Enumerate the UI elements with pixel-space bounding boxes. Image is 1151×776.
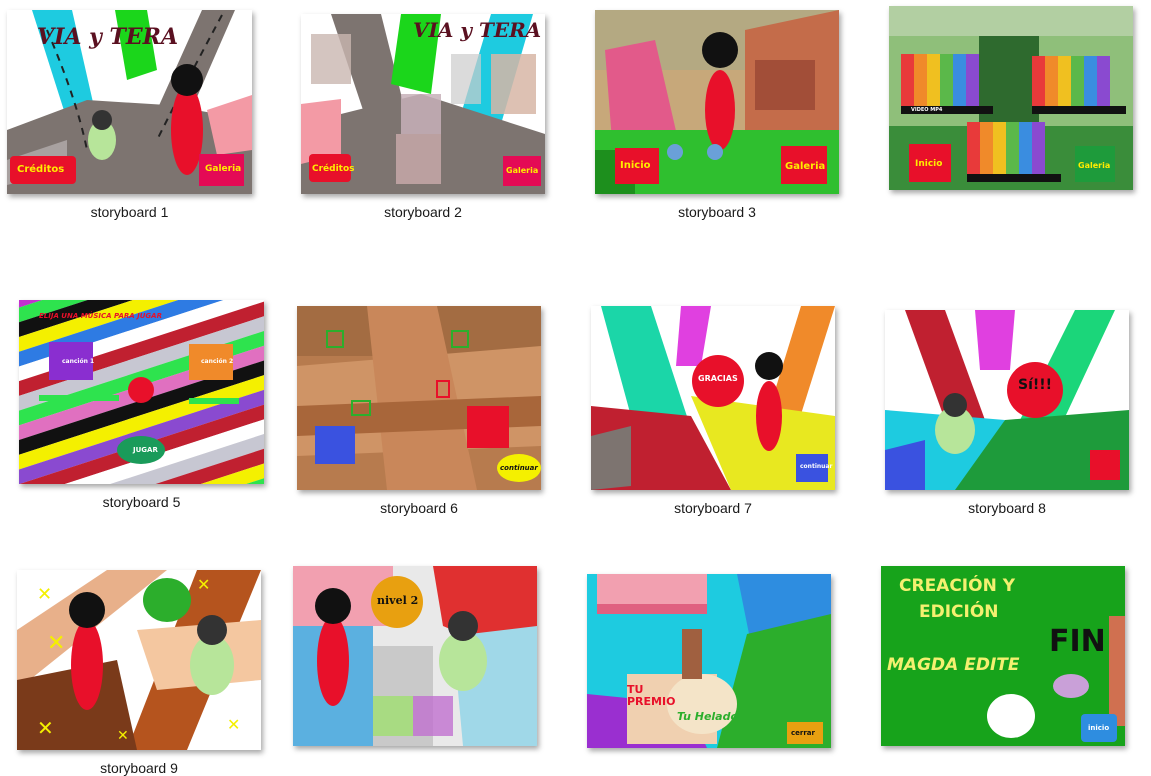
storyboard-7-gracias-bubble: GRACIAS	[698, 374, 738, 383]
storyboard-tile-1[interactable]: VIA y TERA Créditos Galeria storyboard 1	[7, 10, 252, 220]
storyboard-thumbnail-12[interactable]: CREACIÓN Y EDICIÓN MAGDA EDITE FIN inici…	[881, 566, 1125, 746]
storyboard-tile-8[interactable]: Sí!!! storyboard 8	[885, 310, 1129, 520]
storyboard-1-caption: storyboard 1	[90, 204, 169, 220]
storyboard-thumbnail-3[interactable]: Inicio Galeria	[595, 10, 839, 194]
storyboard-thumbnail-11[interactable]: TU PREMIO Tu Helado cerrar	[587, 574, 831, 748]
storyboard-3-galeria-button[interactable]: Galeria	[785, 161, 825, 172]
storyboard-thumbnail-9[interactable]: ✕ ✕ ✕ ✕ ✕ ✕	[17, 570, 261, 750]
storyboard-11-prize-label: TU PREMIO	[627, 683, 676, 708]
storyboard-5-scene	[19, 300, 264, 484]
storyboard-thumbnail-8[interactable]: Sí!!!	[885, 310, 1129, 490]
storyboard-thumbnail-7[interactable]: GRACIAS continuar	[591, 306, 835, 490]
storyboard-5-caption: storyboard 5	[102, 494, 181, 510]
storyboard-2-creditos-button[interactable]: Créditos	[312, 164, 355, 174]
storyboard-tile-5[interactable]: ELIJA UNA MÚSICA PARA JUGAR canción 1 ca…	[19, 300, 264, 512]
svg-text:✕: ✕	[37, 718, 54, 740]
storyboard-12-inicio-button[interactable]: inicio	[1088, 724, 1109, 732]
storyboard-6-continue-button[interactable]: continuar	[500, 464, 538, 472]
storyboard-thumbnail-4[interactable]: VIDEO MP4 Inicio Galeria	[889, 6, 1133, 190]
storyboard-5-music-1-button[interactable]: canción 1	[62, 358, 94, 365]
storyboard-9-scene: ✕ ✕ ✕ ✕ ✕ ✕	[17, 570, 261, 750]
storyboard-4-galeria-button[interactable]: Galeria	[1078, 161, 1110, 170]
storyboard-thumbnail-10[interactable]: nivel 2	[293, 566, 537, 746]
storyboard-3-inicio-button[interactable]: Inicio	[620, 160, 651, 171]
storyboard-1-galeria-button[interactable]: Galeria	[205, 164, 241, 174]
storyboard-thumbnail-1[interactable]: VIA y TERA Créditos Galeria	[7, 10, 252, 194]
svg-text:✕: ✕	[47, 630, 65, 655]
svg-text:✕: ✕	[117, 727, 129, 743]
storyboard-9-caption: storyboard 9	[100, 760, 178, 776]
storyboard-8-si-bubble: Sí!!!	[1018, 377, 1053, 393]
svg-text:✕: ✕	[37, 584, 52, 604]
storyboard-8-scene	[885, 310, 1129, 490]
storyboard-tile-2[interactable]: VIA y TERA Créditos Galeria storyboard 2	[301, 14, 545, 220]
storyboard-tile-6[interactable]: continuar storyboard 6	[297, 306, 541, 520]
storyboard-12-title-line-2: EDICIÓN	[919, 602, 999, 622]
storyboard-2-galeria-button[interactable]: Galeria	[506, 166, 538, 175]
storyboard-3-caption: storyboard 3	[678, 204, 756, 220]
storyboard-thumbnail-5[interactable]: ELIJA UNA MÚSICA PARA JUGAR canción 1 ca…	[19, 300, 264, 484]
storyboard-tile-7[interactable]: GRACIAS continuar storyboard 7	[591, 306, 835, 520]
storyboard-5-music-2-button[interactable]: canción 2	[201, 358, 233, 365]
storyboard-4-inicio-button[interactable]: Inicio	[915, 159, 942, 169]
storyboard-7-scene	[591, 306, 835, 490]
storyboard-4-video-label: VIDEO MP4	[911, 107, 943, 113]
storyboard-thumbnail-2[interactable]: VIA y TERA Créditos Galeria	[301, 14, 545, 194]
storyboard-1-title: VIA y TERA	[37, 24, 179, 50]
storyboard-tile-11[interactable]: TU PREMIO Tu Helado cerrar	[587, 574, 831, 750]
storyboard-12-author: MAGDA EDITE	[887, 655, 1020, 675]
storyboard-8-caption: storyboard 8	[968, 500, 1046, 516]
storyboard-12-title-line-1: CREACIÓN Y	[899, 576, 1016, 596]
storyboard-6-scene	[297, 306, 541, 490]
storyboard-2-title: VIA y TERA	[413, 18, 542, 42]
storyboard-1-creditos-button[interactable]: Créditos	[17, 164, 64, 175]
storyboard-5-heading: ELIJA UNA MÚSICA PARA JUGAR	[39, 312, 162, 320]
storyboard-6-caption: storyboard 6	[380, 500, 458, 516]
storyboard-5-play-button[interactable]: JUGAR	[133, 446, 158, 454]
storyboard-2-caption: storyboard 2	[384, 204, 462, 220]
storyboard-tile-12[interactable]: CREACIÓN Y EDICIÓN MAGDA EDITE FIN inici…	[881, 566, 1125, 750]
storyboard-tile-9[interactable]: ✕ ✕ ✕ ✕ ✕ ✕ storyboard 9	[17, 570, 261, 776]
storyboard-11-helado-label: Tu Helado	[677, 710, 739, 723]
storyboard-tile-4[interactable]: VIDEO MP4 Inicio Galeria	[889, 6, 1133, 196]
storyboard-tile-3[interactable]: Inicio Galeria storyboard 3	[595, 10, 839, 220]
storyboard-12-fin: FIN	[1049, 624, 1106, 659]
storyboard-tile-10[interactable]: nivel 2	[293, 566, 537, 750]
storyboard-10-scene	[293, 566, 537, 746]
storyboard-11-close-button[interactable]: cerrar	[791, 729, 815, 737]
storyboard-7-continue-button[interactable]: continuar	[800, 463, 832, 470]
svg-text:✕: ✕	[197, 577, 210, 594]
svg-text:✕: ✕	[227, 717, 240, 734]
storyboard-thumbnail-6[interactable]: continuar	[297, 306, 541, 490]
storyboard-7-caption: storyboard 7	[674, 500, 752, 516]
storyboard-10-level-badge: nivel 2	[377, 594, 419, 607]
